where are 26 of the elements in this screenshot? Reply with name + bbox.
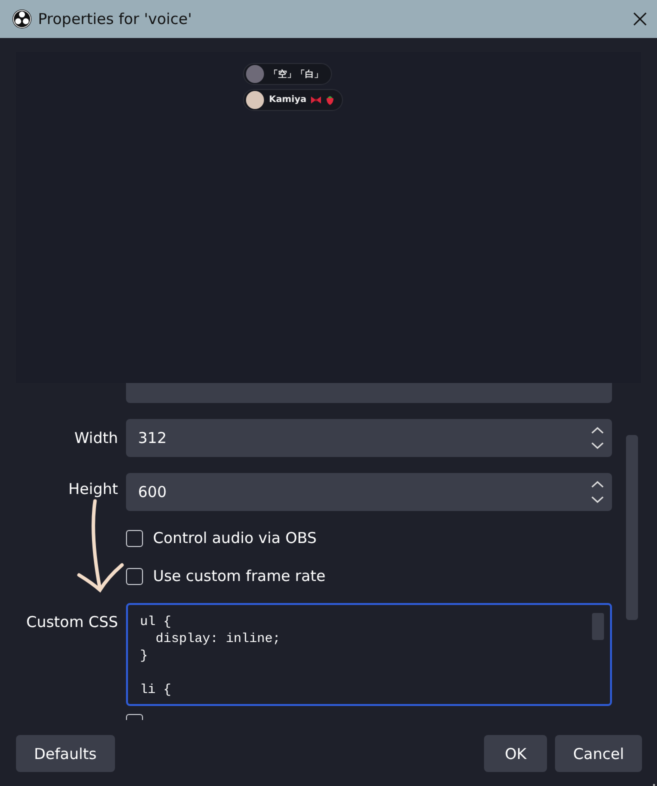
dialog-button[interactable]: Defaults [16,735,115,772]
close-icon[interactable] [633,12,647,26]
checkbox-label: Control audio via OBS [153,529,317,547]
property-label: Width [74,429,118,447]
avatar [246,65,264,83]
participant-name: Kamiya [269,95,306,105]
window-title: Properties for 'voice' [38,10,193,28]
scrollbar-thumb[interactable] [626,435,638,620]
spin-arrows-icon[interactable] [591,479,604,505]
checkbox-label: Use custom frame rate [153,567,326,585]
avatar [246,91,264,109]
dialog-button[interactable]: OK [484,735,548,772]
scrollbar-thumb[interactable] [592,613,604,640]
code-editor[interactable]: ul { display: inline; } li { [126,603,612,706]
bow-icon [311,96,322,104]
strawberry-icon [326,95,334,105]
checkbox[interactable] [126,530,143,546]
participant-name: 「空」「白」 [269,68,323,80]
number-field[interactable]: 312 [126,419,612,457]
app-logo-icon [12,9,32,29]
number-field[interactable]: 600 [126,473,612,511]
checkbox[interactable] [126,568,143,584]
property-label: Custom CSS [26,613,118,631]
property-label: Height [68,480,118,498]
spin-arrows-icon[interactable] [591,425,604,451]
dialog-button[interactable]: Cancel [555,735,642,772]
